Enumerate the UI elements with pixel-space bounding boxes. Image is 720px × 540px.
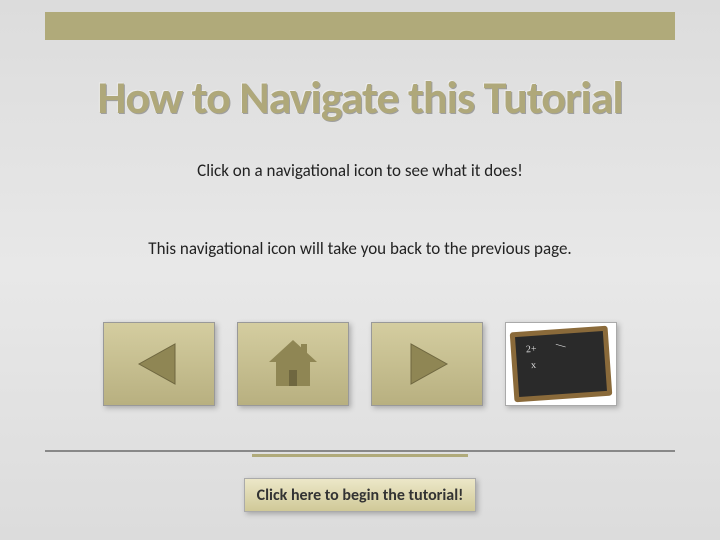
chalkboard-icon: 2+ x — bbox=[510, 326, 613, 403]
begin-tutorial-button[interactable]: Click here to begin the tutorial! bbox=[244, 478, 476, 512]
icon-description: This navigational icon will take you bac… bbox=[0, 238, 720, 259]
forward-button[interactable] bbox=[371, 322, 483, 406]
header-accent-bar bbox=[45, 12, 675, 40]
forward-arrow-icon bbox=[399, 336, 455, 392]
page-title: How to Navigate this Tutorial bbox=[0, 70, 720, 126]
lesson-button[interactable]: 2+ x — bbox=[505, 322, 617, 406]
back-button[interactable] bbox=[103, 322, 215, 406]
divider-accent bbox=[252, 454, 468, 457]
home-button[interactable] bbox=[237, 322, 349, 406]
home-icon bbox=[263, 334, 323, 394]
nav-icon-row: 2+ x — bbox=[0, 322, 720, 406]
page-subtitle: Click on a navigational icon to see what… bbox=[0, 160, 720, 181]
divider-line bbox=[45, 450, 675, 452]
back-arrow-icon bbox=[131, 336, 187, 392]
